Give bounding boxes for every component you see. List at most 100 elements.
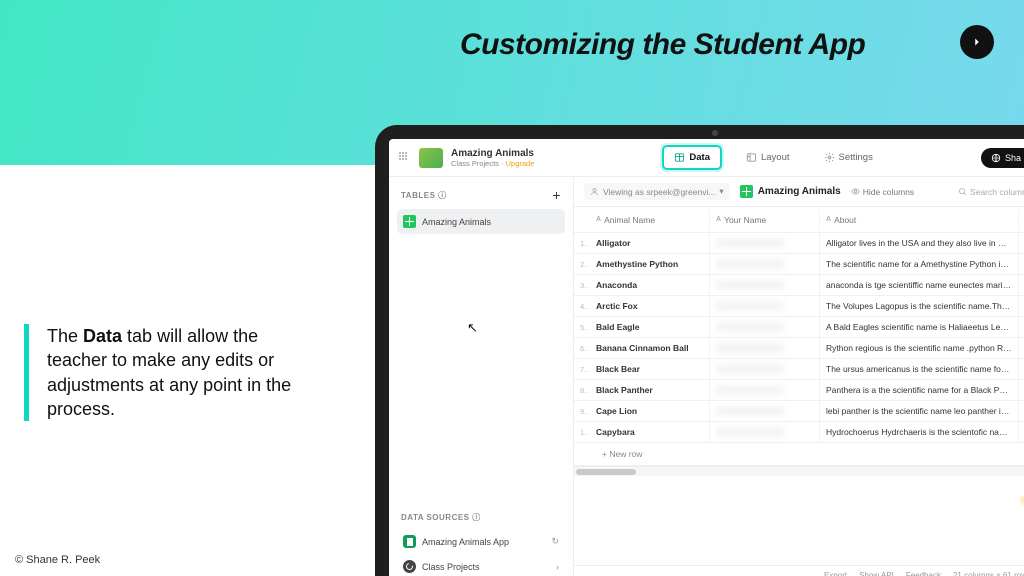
cell-your-name[interactable] [710,338,820,358]
globe-icon [991,153,1001,163]
cell-about[interactable]: Panthera is a the scientific name for a … [820,380,1019,400]
table-row[interactable]: 8Black PantherPanthera is a the scientif… [574,380,1024,401]
cell-about[interactable]: Hydrochoerus Hydrchaeris is the scientof… [820,422,1019,442]
cell-about[interactable]: A Bald Eagles scientific name is Haliaee… [820,317,1019,337]
upgrade-link[interactable]: Upgrade [506,159,535,168]
cell-animal-name[interactable]: Bald Eagle [590,317,710,337]
cell-about[interactable]: The scientific name for a Amethystine Py… [820,254,1019,274]
app-subtitle: Class Projects · Upgrade [451,159,534,168]
viewing-as-selector[interactable]: Viewing as srpeek@greenvi... ▾ [584,183,730,200]
col-your-name[interactable]: Your Name [710,210,820,230]
table-row[interactable]: 2Amethystine PythonThe scientific name f… [574,254,1024,275]
copyright: © Shane R. Peek [15,554,100,566]
hide-columns-button[interactable]: Hide columns [851,187,915,197]
cell-animal-name[interactable]: Anaconda [590,275,710,295]
table-name: Amazing Animals [740,185,841,198]
shortcut-hint: Ctrl B [1020,496,1024,505]
cell-your-name[interactable] [710,401,820,421]
table-row[interactable]: 7Black BearThe ursus americanus is the s… [574,359,1024,380]
table-icon [740,185,753,198]
show-api-button[interactable]: Show API [859,571,894,576]
app-screen: Amazing Animals Class Projects · Upgrade… [389,139,1024,576]
cell-about[interactable]: lebi panther is the scientific name leo … [820,401,1019,421]
chevron-right-icon [970,35,984,49]
tab-settings[interactable]: Settings [814,147,883,168]
sources-heading: DATA SOURCES ⓘ [397,510,565,529]
cell-animal-name[interactable]: Black Bear [590,359,710,379]
topbar: Amazing Animals Class Projects · Upgrade… [389,139,1024,177]
add-table-button[interactable]: + [552,187,561,203]
table-row[interactable]: 4Arctic FoxThe Volupes Lagopus is the sc… [574,296,1024,317]
cell-about[interactable]: The Volupes Lagopus is the scientific na… [820,296,1019,316]
slide-title: Customizing the Student App [460,28,865,62]
sheets-icon [403,535,416,548]
apps-menu-icon[interactable] [399,152,411,164]
explainer-text: The Data tab will allow the teacher to m… [24,324,304,421]
table-row[interactable]: 1AlligatorAlligator lives in the USA and… [574,233,1024,254]
data-grid[interactable]: Animal Name Your Name About + 1Alligator… [574,207,1024,565]
cell-your-name[interactable] [710,296,820,316]
app-title-block: Amazing Animals Class Projects · Upgrade [451,148,534,168]
app-thumbnail[interactable] [419,148,443,168]
tab-data[interactable]: Data [662,145,722,170]
add-column-button[interactable]: + [1019,207,1024,232]
export-button[interactable]: Export [824,571,847,576]
col-animal-name[interactable]: Animal Name [590,210,710,230]
laptop-frame: Amazing Animals Class Projects · Upgrade… [375,125,1024,576]
table-row[interactable]: 5Bald EagleA Bald Eagles scientific name… [574,317,1024,338]
cell-your-name[interactable] [710,275,820,295]
cell-your-name[interactable] [710,233,820,253]
grid-header: Animal Name Your Name About + [574,207,1024,233]
next-slide-button[interactable] [960,25,994,59]
cell-your-name[interactable] [710,254,820,274]
refresh-icon[interactable]: ↻ [551,536,559,547]
cell-animal-name[interactable]: Banana Cinnamon Ball [590,338,710,358]
table-row[interactable]: 10CapybaraHydrochoerus Hydrchaeris is th… [574,422,1024,443]
eye-off-icon [851,187,860,196]
cell-your-name[interactable] [710,422,820,442]
gear-icon [824,152,835,163]
table-row[interactable]: 3Anacondaanaconda is tge scientiffic nam… [574,275,1024,296]
cell-your-name[interactable] [710,380,820,400]
search-columns[interactable]: Search columns [958,187,1024,197]
app-title: Amazing Animals [451,148,534,159]
col-about[interactable]: About [820,210,1019,230]
table-toolbar: Viewing as srpeek@greenvi... ▾ Amazing A… [574,177,1024,207]
cell-animal-name[interactable]: Arctic Fox [590,296,710,316]
grid-dimensions: 21 columns × 61 rows [953,571,1024,576]
sidebar: TABLES ⓘ + Amazing Animals ↖ DATA SOURCE… [389,177,574,576]
cell-about[interactable]: Alligator lives in the USA and they also… [820,233,1019,253]
search-icon [958,187,967,196]
main-panel: Viewing as srpeek@greenvi... ▾ Amazing A… [574,177,1024,576]
cell-your-name[interactable] [710,317,820,337]
cell-about[interactable]: anaconda is tge scientiffic name eunecte… [820,275,1019,295]
chevron-right-icon[interactable]: › [556,562,559,572]
horizontal-scrollbar[interactable] [574,466,1024,476]
cell-animal-name[interactable]: Black Panther [590,380,710,400]
cell-about[interactable]: The ursus americanus is the scientific n… [820,359,1019,379]
mouse-cursor: ↖ [467,320,478,336]
cell-about[interactable]: Rython regious is the scientific name .p… [820,338,1019,358]
new-row-button[interactable]: + New row [574,443,1024,466]
cell-your-name[interactable] [710,359,820,379]
data-source-project[interactable]: Class Projects › [397,554,565,576]
explainer-pre: The [47,326,83,346]
share-button[interactable]: Sha [981,148,1024,168]
data-source-sheets[interactable]: Amazing Animals App ↻ [397,529,565,554]
table-row[interactable]: 6Banana Cinnamon BallRython regious is t… [574,338,1024,359]
cell-animal-name[interactable]: Cape Lion [590,401,710,421]
sidebar-table-item[interactable]: Amazing Animals [397,209,565,234]
feedback-button[interactable]: Feedback [906,571,941,576]
table-row[interactable]: 9Cape Lionlebi panther is the scientific… [574,401,1024,422]
tab-layout[interactable]: Layout [736,147,800,168]
user-icon [590,187,599,196]
cell-animal-name[interactable]: Amethystine Python [590,254,710,274]
explainer-bold: Data [83,326,122,346]
tables-heading: TABLES ⓘ + [397,185,565,209]
layout-icon [746,152,757,163]
camera-dot [712,130,718,136]
cell-animal-name[interactable]: Alligator [590,233,710,253]
table-icon [403,215,416,228]
cell-animal-name[interactable]: Capybara [590,422,710,442]
project-icon [403,560,416,573]
